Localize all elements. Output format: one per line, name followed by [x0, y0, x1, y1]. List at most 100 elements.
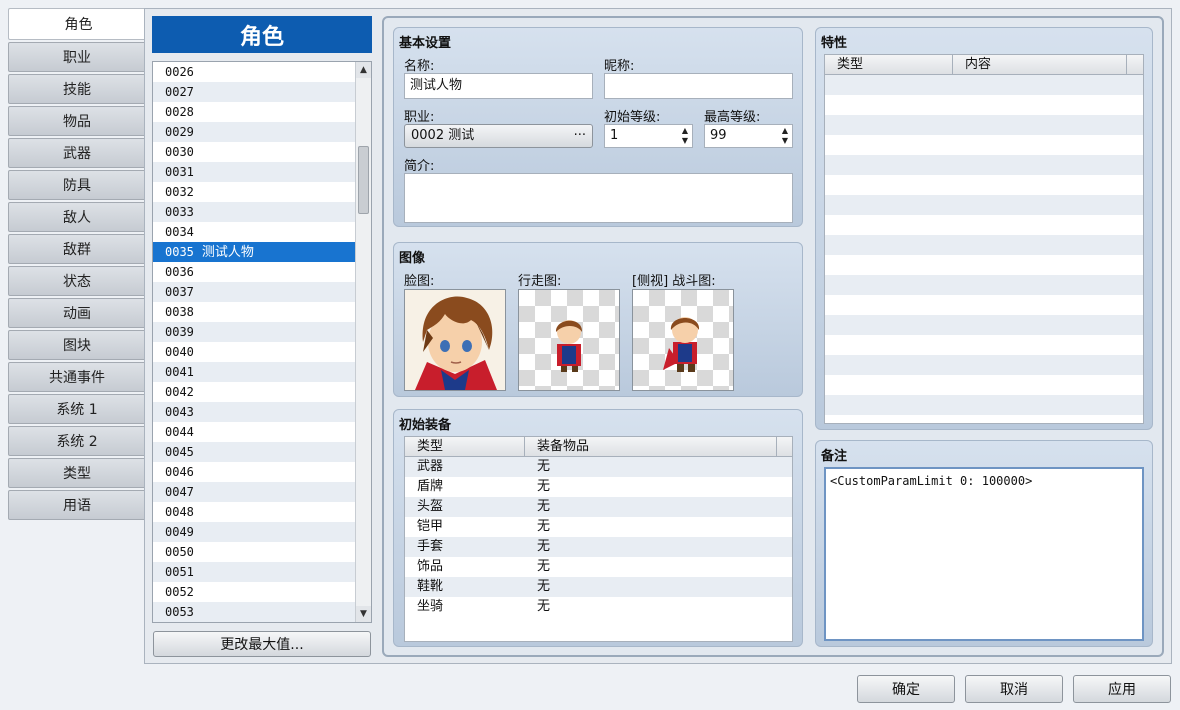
- table-row[interactable]: 鞋靴 无: [405, 577, 792, 597]
- table-row[interactable]: [825, 295, 1143, 315]
- tab-13[interactable]: 系统 2: [8, 426, 146, 456]
- table-row[interactable]: [825, 75, 1143, 95]
- apply-button[interactable]: 应用: [1073, 675, 1171, 703]
- tab-14[interactable]: 类型: [8, 458, 146, 488]
- note-textarea[interactable]: <CustomParamLimit 0: 100000>: [824, 467, 1144, 641]
- list-item[interactable]: 0026: [153, 62, 356, 82]
- table-row[interactable]: [825, 235, 1143, 255]
- table-row[interactable]: 饰品 无: [405, 557, 792, 577]
- scroll-down-icon[interactable]: ▼: [356, 606, 371, 622]
- table-row[interactable]: [825, 195, 1143, 215]
- table-row[interactable]: [825, 355, 1143, 375]
- list-item[interactable]: 0045: [153, 442, 356, 462]
- list-scrollbar[interactable]: ▲ ▼: [355, 62, 371, 622]
- scroll-up-icon[interactable]: ▲: [356, 62, 371, 78]
- table-row[interactable]: [825, 275, 1143, 295]
- list-item[interactable]: 0049: [153, 522, 356, 542]
- list-item[interactable]: 0037: [153, 282, 356, 302]
- col-trait-content[interactable]: 内容: [953, 55, 1127, 74]
- stepper-arrows-icon[interactable]: ▲ ▼: [780, 126, 790, 146]
- table-row[interactable]: [825, 335, 1143, 355]
- list-item[interactable]: 0051: [153, 562, 356, 582]
- list-item[interactable]: 0041: [153, 362, 356, 382]
- list-item[interactable]: 0032: [153, 182, 356, 202]
- list-item[interactable]: 0034: [153, 222, 356, 242]
- tab-15[interactable]: 用语: [8, 490, 146, 520]
- list-item[interactable]: 0036: [153, 262, 356, 282]
- tab-5[interactable]: 防具: [8, 170, 146, 200]
- init-level-stepper[interactable]: 1 ▲ ▼: [604, 124, 693, 148]
- profile-label: 简介:: [404, 159, 435, 174]
- table-row[interactable]: [825, 375, 1143, 395]
- tab-2[interactable]: 技能: [8, 74, 146, 104]
- table-row[interactable]: [825, 315, 1143, 335]
- table-row[interactable]: [825, 155, 1143, 175]
- table-row[interactable]: 盾牌 无: [405, 477, 792, 497]
- actor-list[interactable]: 0026 0027 0028 0029 0030 0031 0032 0033 0034 0035…: [152, 61, 372, 623]
- tab-6[interactable]: 敌人: [8, 202, 146, 232]
- tab-9[interactable]: 动画: [8, 298, 146, 328]
- table-row[interactable]: [825, 175, 1143, 195]
- list-item[interactable]: 0043: [153, 402, 356, 422]
- ok-button[interactable]: 确定: [857, 675, 955, 703]
- list-item[interactable]: 0039: [153, 322, 356, 342]
- face-image[interactable]: [404, 289, 506, 391]
- col-trait-type[interactable]: 类型: [825, 55, 953, 74]
- list-item[interactable]: 0053: [153, 602, 356, 622]
- table-row[interactable]: [825, 395, 1143, 415]
- list-item[interactable]: 0050: [153, 542, 356, 562]
- list-item[interactable]: 0031: [153, 162, 356, 182]
- profile-textarea[interactable]: [404, 173, 793, 223]
- battler-image[interactable]: [632, 289, 734, 391]
- list-item[interactable]: 0038: [153, 302, 356, 322]
- list-item[interactable]: 0027: [153, 82, 356, 102]
- scroll-thumb[interactable]: [358, 146, 369, 214]
- tab-7[interactable]: 敌群: [8, 234, 146, 264]
- list-item[interactable]: 0040: [153, 342, 356, 362]
- table-row[interactable]: 武器 无: [405, 457, 792, 477]
- list-item[interactable]: 0044: [153, 422, 356, 442]
- change-max-button[interactable]: 更改最大值...: [153, 631, 371, 657]
- list-item[interactable]: 0029: [153, 122, 356, 142]
- tab-4[interactable]: 武器: [8, 138, 146, 168]
- max-level-stepper[interactable]: 99 ▲ ▼: [704, 124, 793, 148]
- col-item[interactable]: 装备物品: [525, 437, 777, 456]
- list-item[interactable]: 0033: [153, 202, 356, 222]
- name-input[interactable]: 测试人物: [404, 73, 593, 99]
- table-row[interactable]: [825, 215, 1143, 235]
- tab-11[interactable]: 共通事件: [8, 362, 146, 392]
- table-row[interactable]: [825, 135, 1143, 155]
- tab-0[interactable]: 角色: [8, 8, 148, 40]
- list-item[interactable]: 0046: [153, 462, 356, 482]
- tab-1[interactable]: 职业: [8, 42, 146, 72]
- table-row[interactable]: 坐骑 无: [405, 597, 792, 617]
- cancel-button[interactable]: 取消: [965, 675, 1063, 703]
- table-row[interactable]: 头盔 无: [405, 497, 792, 517]
- table-row[interactable]: [825, 255, 1143, 275]
- list-item[interactable]: 0035 测试人物: [153, 242, 356, 262]
- tab-8[interactable]: 状态: [8, 266, 146, 296]
- tab-3[interactable]: 物品: [8, 106, 146, 136]
- list-item[interactable]: 0047: [153, 482, 356, 502]
- list-item[interactable]: 0048: [153, 502, 356, 522]
- tab-10[interactable]: 图块: [8, 330, 146, 360]
- equipment-table[interactable]: 类型 装备物品 武器无盾牌无头盔无铠甲无手套无饰品无鞋靴无坐骑无: [404, 436, 793, 642]
- list-item[interactable]: 0030: [153, 142, 356, 162]
- class-select[interactable]: 0002 测试 ···: [404, 124, 593, 148]
- table-row[interactable]: 手套 无: [405, 537, 792, 557]
- table-row[interactable]: [825, 95, 1143, 115]
- table-row[interactable]: 铠甲 无: [405, 517, 792, 537]
- traits-table[interactable]: 类型 内容: [824, 54, 1144, 424]
- list-item[interactable]: 0042: [153, 382, 356, 402]
- list-item[interactable]: 0052: [153, 582, 356, 602]
- list-item[interactable]: 0028: [153, 102, 356, 122]
- tab-12[interactable]: 系统 1: [8, 394, 146, 424]
- basic-settings-group: 基本设置 名称: 测试人物 昵称: 职业: 0002 测试 ··· 初始等级: …: [393, 27, 803, 227]
- walk-label: 行走图:: [518, 274, 562, 289]
- walk-image[interactable]: [518, 289, 620, 391]
- nickname-input[interactable]: [604, 73, 793, 99]
- col-type[interactable]: 类型: [405, 437, 525, 456]
- table-row[interactable]: [825, 115, 1143, 135]
- basic-settings-title: 基本设置: [399, 36, 452, 51]
- stepper-arrows-icon[interactable]: ▲ ▼: [680, 126, 690, 146]
